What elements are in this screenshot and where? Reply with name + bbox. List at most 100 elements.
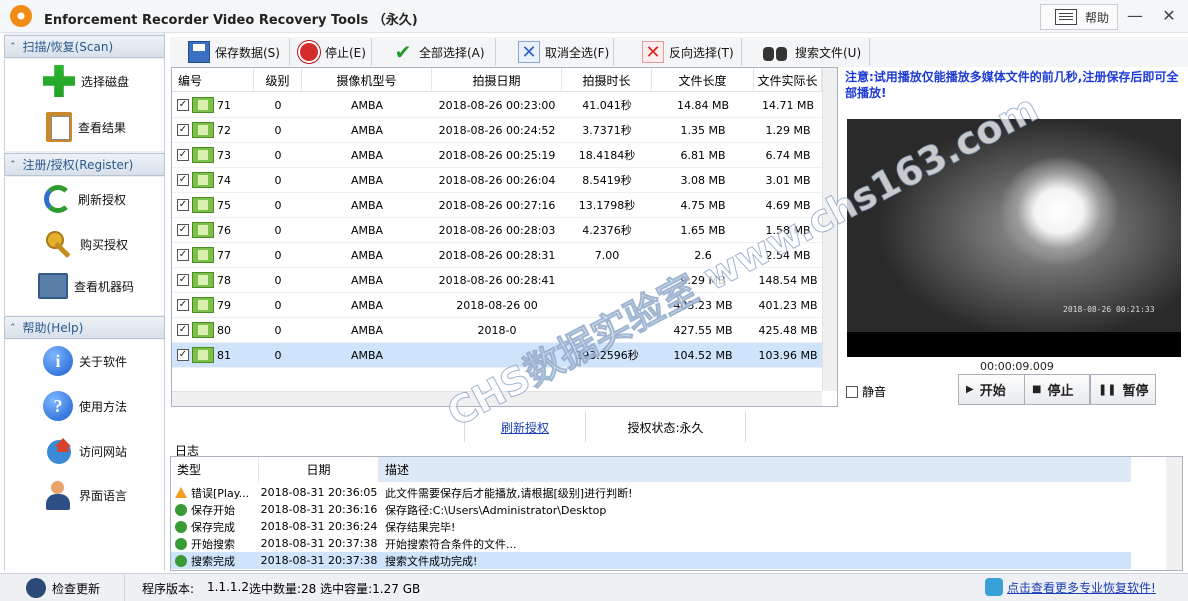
sidebar-header-register[interactable]: ⌃ 注册/授权(Register) bbox=[4, 153, 165, 176]
log-date: 2018-08-31 20:36:05 bbox=[260, 486, 378, 499]
row-checkbox[interactable]: ✓ bbox=[177, 149, 189, 161]
save-button-label: 保存数据(S) bbox=[215, 45, 280, 60]
cell-model: AMBA bbox=[350, 98, 384, 112]
sidebar-item-select-disk[interactable]: 选择磁盘 bbox=[43, 65, 129, 97]
video-preview[interactable]: 2018-08-26 00:21:33 bbox=[847, 119, 1181, 357]
refresh-license-link[interactable]: 刷新授权 bbox=[501, 419, 549, 436]
horizontal-scrollbar[interactable] bbox=[172, 391, 822, 406]
sidebar-item-view-results[interactable]: 查看结果 bbox=[46, 112, 126, 142]
column-header-actual-size[interactable]: 文件实际长 bbox=[754, 68, 822, 92]
selection-summary: 选中数量:28 选中容量:1.27 GB bbox=[249, 582, 421, 596]
log-column-type[interactable]: 类型 bbox=[171, 457, 259, 482]
log-row[interactable]: 错误[Play... 2018-08-31 20:36:05 此文件需要保存后才能播… bbox=[171, 484, 1131, 501]
log-type-label: 搜索完成 bbox=[191, 554, 235, 568]
select-all-button[interactable]: ✔ 全部选择(A) bbox=[388, 38, 496, 66]
sidebar-item-refresh-license[interactable]: 刷新授权 bbox=[44, 185, 126, 213]
table-row[interactable]: ✓ 79 0 AMBA 2018-08-26 00 403.23 MB 401.23 MB bbox=[172, 293, 822, 318]
log-column-date[interactable]: 日期 bbox=[259, 457, 379, 482]
minimize-button[interactable]: — bbox=[1124, 6, 1146, 26]
table-row[interactable]: ✓ 80 0 AMBA 2018-0 427.55 MB 425.48 MB bbox=[172, 318, 822, 343]
stop-playback-button[interactable]: ■ 停止 bbox=[1024, 374, 1090, 405]
help-button[interactable]: 帮助 bbox=[1040, 4, 1118, 30]
row-checkbox[interactable]: ✓ bbox=[177, 174, 189, 186]
row-checkbox[interactable]: ✓ bbox=[177, 349, 189, 361]
table-row[interactable]: ✓ 81 0 AMBA 293.2596秒 104.52 MB 103.96 MB bbox=[172, 343, 822, 368]
cell-date: 2018-08-26 00:24:52 bbox=[438, 123, 556, 137]
sidebar-item-machine-code[interactable]: 查看机器码 bbox=[38, 273, 134, 299]
table-row[interactable]: ✓ 74 0 AMBA 2018-08-26 00:26:04 8.5419秒 3.08 M… bbox=[172, 168, 822, 193]
pause-button[interactable]: ❚❚ 暂停 bbox=[1090, 374, 1156, 405]
column-header-model[interactable]: 摄像机型号 bbox=[302, 68, 432, 92]
hand-pointer-icon bbox=[985, 578, 1003, 596]
invert-selection-button[interactable]: ✕ 反向选择(T) bbox=[638, 38, 742, 66]
video-frame bbox=[847, 119, 1181, 332]
column-header-size[interactable]: 文件长度 bbox=[652, 68, 754, 92]
license-status-bar: 刷新授权 授权状态:永久 bbox=[171, 412, 838, 442]
cell-duration: 8.5419秒 bbox=[582, 174, 632, 187]
table-row[interactable]: ✓ 73 0 AMBA 2018-08-26 00:25:19 18.4184秒 6.81 … bbox=[172, 143, 822, 168]
column-header-level[interactable]: 级别 bbox=[254, 68, 302, 92]
log-date: 2018-08-31 20:36:24 bbox=[260, 520, 378, 533]
deselect-all-button[interactable]: ✕ 取消全选(F) bbox=[514, 38, 614, 66]
pause-label: 暂停 bbox=[1122, 384, 1149, 399]
checkbox-icon bbox=[846, 385, 858, 398]
cell-level: 0 bbox=[274, 173, 282, 187]
cell-level: 0 bbox=[274, 348, 282, 362]
log-column-desc[interactable]: 描述 bbox=[379, 457, 1131, 482]
column-header-duration[interactable]: 拍摄时长 bbox=[562, 68, 652, 92]
search-files-button[interactable]: 搜索文件(U) bbox=[758, 38, 870, 66]
sidebar-item-language[interactable]: 界面语言 bbox=[43, 480, 127, 510]
cell-id: ✓ 81 bbox=[172, 343, 254, 367]
play-button[interactable]: ▶ 开始 bbox=[958, 374, 1028, 405]
save-button[interactable]: 保存数据(S) bbox=[184, 38, 290, 66]
sidebar-item-buy-license[interactable]: 购买授权 bbox=[44, 229, 128, 259]
video-file-icon bbox=[192, 172, 214, 188]
cell-actual: 425.48 MB bbox=[758, 323, 818, 337]
column-header-id[interactable]: 编号 bbox=[172, 68, 254, 92]
cell-model: AMBA bbox=[350, 273, 384, 287]
sidebar-header-help[interactable]: ⌃ 帮助(Help) bbox=[4, 316, 165, 339]
cell-level: 0 bbox=[274, 223, 282, 237]
check-update-button[interactable]: 检查更新 bbox=[26, 578, 100, 598]
cell-actual: 148.54 MB bbox=[758, 273, 818, 287]
row-checkbox[interactable]: ✓ bbox=[177, 199, 189, 211]
row-checkbox[interactable]: ✓ bbox=[177, 274, 189, 286]
row-checkbox[interactable]: ✓ bbox=[177, 124, 189, 136]
stop-button[interactable]: 停止(E) bbox=[294, 38, 372, 66]
sidebar-header-scan[interactable]: ⌃ 扫描/恢复(Scan) bbox=[4, 35, 165, 58]
log-row[interactable]: 搜索完成 2018-08-31 20:37:38 搜索文件成功完成! bbox=[171, 552, 1131, 569]
log-row[interactable]: 保存完成 2018-08-31 20:36:24 保存结果完毕! bbox=[171, 518, 1131, 535]
table-row[interactable]: ✓ 76 0 AMBA 2018-08-26 00:28:03 4.2376秒 1.65 M… bbox=[172, 218, 822, 243]
video-file-icon bbox=[192, 222, 214, 238]
close-button[interactable]: ✕ bbox=[1158, 6, 1180, 26]
log-row[interactable]: 开始搜索 2018-08-31 20:37:38 开始搜索符合条件的文件... bbox=[171, 535, 1131, 552]
mute-checkbox[interactable]: 静音 bbox=[846, 383, 886, 400]
table-row[interactable]: ✓ 72 0 AMBA 2018-08-26 00:24:52 3.7371秒 1.35 M… bbox=[172, 118, 822, 143]
vertical-scrollbar[interactable] bbox=[822, 68, 837, 391]
log-scrollbar[interactable] bbox=[1166, 457, 1182, 570]
row-checkbox[interactable]: ✓ bbox=[177, 249, 189, 261]
play-icon: ▶ bbox=[966, 384, 974, 395]
sidebar-item-label: 选择磁盘 bbox=[81, 74, 130, 89]
row-checkbox[interactable]: ✓ bbox=[177, 324, 189, 336]
table-row[interactable]: ✓ 75 0 AMBA 2018-08-26 00:27:16 13.1798秒 4.75 … bbox=[172, 193, 822, 218]
sidebar-item-about[interactable]: i 关于软件 bbox=[43, 346, 127, 376]
table-row[interactable]: ✓ 77 0 AMBA 2018-08-26 00:28:31 7.00 2.6 2.54 M… bbox=[172, 243, 822, 268]
row-checkbox[interactable]: ✓ bbox=[177, 224, 189, 236]
sidebar-item-usage[interactable]: ? 使用方法 bbox=[43, 391, 127, 421]
promo-link[interactable]: 点击查看更多专业恢复软件! bbox=[985, 578, 1156, 596]
invert-selection-label: 反向选择(T) bbox=[669, 45, 734, 60]
cell-id: ✓ 79 bbox=[172, 293, 254, 317]
sidebar-item-label: 查看机器码 bbox=[74, 279, 135, 294]
video-file-icon bbox=[192, 197, 214, 213]
row-checkbox[interactable]: ✓ bbox=[177, 299, 189, 311]
sidebar-item-website[interactable]: 访问网站 bbox=[43, 436, 127, 466]
table-row[interactable]: ✓ 78 0 AMBA 2018-08-26 00:28:41 9.29 MB 148.54… bbox=[172, 268, 822, 293]
log-row[interactable]: 保存开始 2018-08-31 20:36:16 保存路径:C:\Users\Adm… bbox=[171, 501, 1131, 518]
sidebar-item-label: 查看结果 bbox=[78, 120, 127, 135]
license-status-text: 授权状态:永久 bbox=[627, 420, 704, 435]
cell-id: ✓ 76 bbox=[172, 218, 254, 242]
row-checkbox[interactable]: ✓ bbox=[177, 99, 189, 111]
table-row[interactable]: ✓ 71 0 AMBA 2018-08-26 00:23:00 41.041秒 14.84 … bbox=[172, 93, 822, 118]
column-header-date[interactable]: 拍摄日期 bbox=[432, 68, 562, 92]
